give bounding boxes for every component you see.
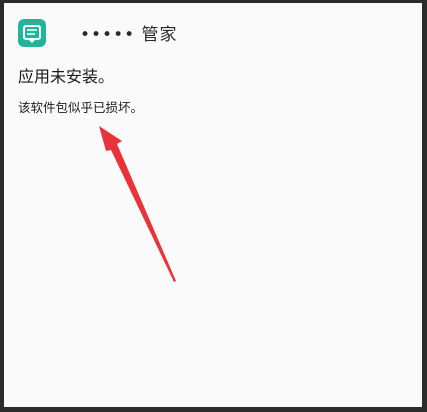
app-store-icon	[18, 19, 46, 47]
install-error-dialog: ••••• 管家 应用未安装。 该软件包似乎已损坏。	[4, 3, 422, 407]
dialog-title: 应用未安装。	[18, 67, 115, 86]
dialog-header: ••••• 管家	[4, 15, 422, 51]
app-name: ••••• 管家	[80, 25, 178, 45]
dialog-message: 该软件包似乎已损坏。	[18, 100, 144, 115]
